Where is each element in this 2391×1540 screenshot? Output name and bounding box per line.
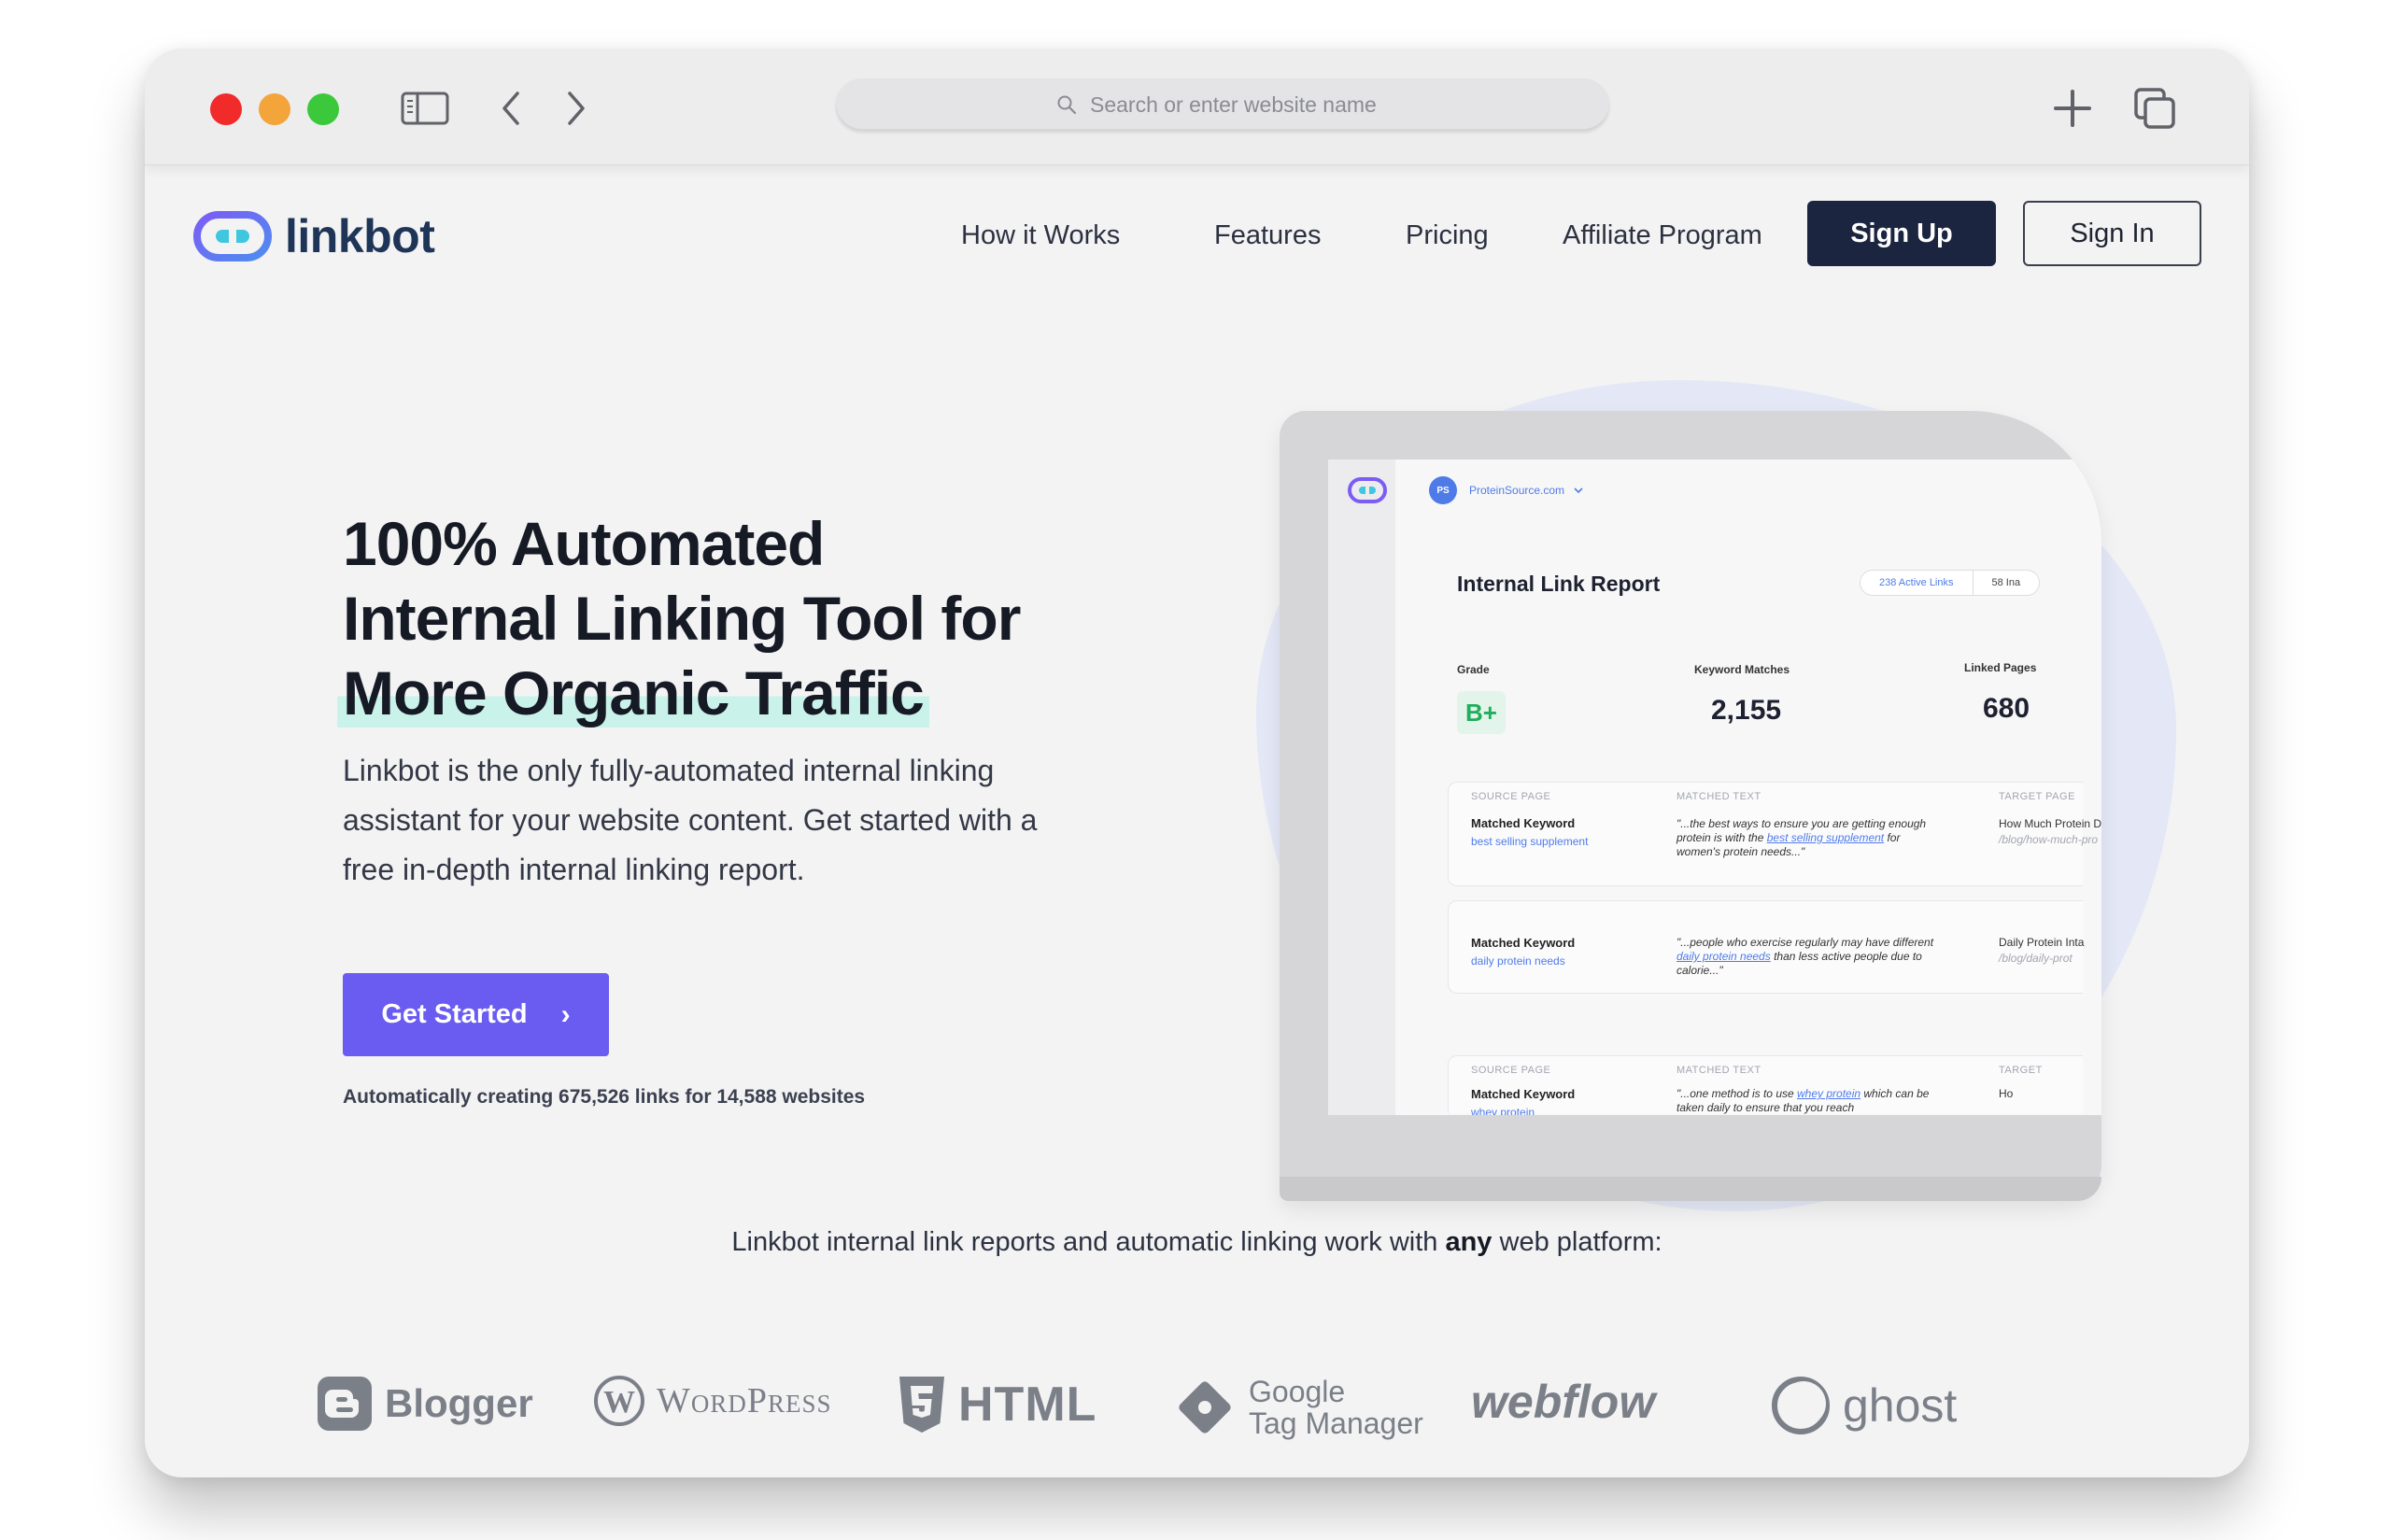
- sign-in-button[interactable]: Sign In: [2023, 201, 2201, 266]
- get-started-label: Get Started: [381, 999, 528, 1029]
- target-page-url: /blog/how-much-pro: [1999, 833, 2099, 846]
- col-target-page: TARGET: [1999, 1065, 2043, 1076]
- linked-pages-value: 680: [1983, 693, 2030, 724]
- html-wordmark: HTML: [958, 1378, 1097, 1432]
- col-matched-text: MATCHED TEXT: [1677, 1065, 1761, 1076]
- mockup-sidebar: [1328, 459, 1395, 1151]
- keyword-matches-label: Keyword Matches: [1694, 663, 1790, 676]
- tag-manager-diamond-icon: [1179, 1381, 1231, 1434]
- hero-title-line-1: 100% Automated: [343, 509, 825, 578]
- browser-window: linkbot How it Works Features Pricing Af…: [145, 49, 2249, 1477]
- target-page-title[interactable]: How Much Protein D: [1999, 817, 2101, 830]
- nav-affiliate-program[interactable]: Affiliate Program: [1563, 220, 1762, 251]
- matched-keyword-label: Matched Keyword: [1471, 936, 1576, 950]
- matched-keyword-link[interactable]: best selling supplement: [1471, 835, 1588, 848]
- ghost-wordmark: ghost: [1843, 1379, 1958, 1432]
- active-links-tab: 238 Active Links: [1860, 571, 1974, 595]
- hero-title-line-2: Internal Linking Tool for: [343, 584, 1021, 653]
- site-avatar: PS: [1429, 476, 1457, 504]
- matched-keyword-link[interactable]: daily protein needs: [1471, 954, 1565, 968]
- gtm-wordmark-tag-manager: Tag Manager: [1249, 1406, 1423, 1440]
- matched-keyword-label: Matched Keyword: [1471, 1087, 1576, 1101]
- blogger-logo: Blogger: [316, 1375, 533, 1433]
- site-name: ProteinSource.com: [1469, 484, 1565, 497]
- maximize-window-button[interactable]: [307, 93, 339, 125]
- col-source-page: SOURCE PAGE: [1471, 1065, 1551, 1076]
- matched-text-quote: "...people who exercise regularly may ha…: [1677, 936, 1934, 977]
- html-logo: HTML: [897, 1375, 1096, 1434]
- wordpress-wordmark: WordPress: [657, 1381, 832, 1420]
- chain-link-icon: [193, 211, 272, 261]
- browser-toolbar: [145, 49, 2249, 165]
- search-icon: [1057, 95, 1077, 115]
- links-filter-pill: 238 Active Links 58 Ina: [1860, 570, 2041, 596]
- hero-description: Linkbot is the only fully-automated inte…: [343, 754, 1038, 886]
- grade-label: Grade: [1457, 663, 1490, 676]
- webflow-logo: webflow: [1471, 1375, 1655, 1429]
- matched-text-quote: "...the best ways to ensure you are gett…: [1677, 817, 1927, 858]
- google-tag-manager-logo: Google Tag Manager: [1172, 1375, 1423, 1440]
- wordpress-logo: W WordPress: [593, 1375, 832, 1427]
- forward-arrow-icon[interactable]: [556, 84, 597, 133]
- ghost-ring-icon: [1772, 1377, 1830, 1434]
- stats-line: Automatically creating 675,526 links for…: [343, 1086, 866, 1108]
- target-page-url: /blog/daily-prot: [1999, 952, 2073, 965]
- grade-badge: B+: [1457, 691, 1506, 734]
- matched-keyword-link[interactable]: whey protein: [1471, 1106, 1535, 1115]
- tab-overview-icon[interactable]: [2129, 84, 2181, 133]
- new-tab-plus-icon[interactable]: [2048, 84, 2097, 133]
- col-matched-text: MATCHED TEXT: [1677, 791, 1761, 802]
- sidebar-toggle-icon[interactable]: [399, 84, 451, 133]
- chevron-right-icon: ›: [560, 998, 571, 1030]
- back-arrow-icon[interactable]: [490, 84, 531, 133]
- ghost-logo: ghost: [1770, 1375, 1957, 1436]
- matched-text-quote: "...one method is to use whey protein wh…: [1677, 1087, 1930, 1114]
- gtm-wordmark-google: Google: [1249, 1375, 1346, 1408]
- mockup-base: [1280, 1177, 2101, 1201]
- blogger-wordmark: Blogger: [385, 1381, 533, 1425]
- target-page-title[interactable]: Daily Protein Inta: [1999, 936, 2084, 949]
- get-started-button[interactable]: Get Started ›: [343, 973, 609, 1056]
- site-selector: ProteinSource.com: [1469, 484, 1584, 497]
- inactive-links-tab: 58 Ina: [1991, 577, 2021, 588]
- hero-title-line-3: More Organic Traffic: [337, 658, 929, 728]
- webflow-wordmark: webflow: [1471, 1376, 1656, 1428]
- sign-up-button[interactable]: Sign Up: [1807, 201, 1996, 266]
- blogger-icon: [318, 1377, 372, 1431]
- linked-pages-label: Linked Pages: [1964, 661, 2037, 674]
- minimize-window-button[interactable]: [259, 93, 290, 125]
- html5-shield-icon: [899, 1377, 944, 1433]
- linkbot-logo[interactable]: linkbot: [193, 209, 435, 263]
- hero-title: 100% Automated Internal Linking Tool for…: [337, 506, 1090, 730]
- nav-features[interactable]: Features: [1214, 220, 1321, 251]
- address-bar[interactable]: [836, 78, 1609, 131]
- platform-note: Linkbot internal link reports and automa…: [731, 1227, 1662, 1257]
- close-window-button[interactable]: [210, 93, 242, 125]
- target-page-title[interactable]: Ho: [1999, 1087, 2013, 1100]
- report-title: Internal Link Report: [1457, 572, 1661, 596]
- chevron-down-icon: [1574, 487, 1583, 494]
- wordpress-icon: W: [594, 1376, 644, 1426]
- svg-text:W: W: [603, 1385, 635, 1420]
- logo-text: linkbot: [285, 210, 435, 262]
- matched-keyword-label: Matched Keyword: [1471, 816, 1576, 830]
- address-input[interactable]: [1090, 92, 1389, 118]
- mockup-logo-icon: [1348, 477, 1387, 503]
- col-target-page: TARGET PAGE: [1999, 791, 2075, 802]
- col-source-page: SOURCE PAGE: [1471, 791, 1551, 802]
- nav-how-it-works[interactable]: How it Works: [961, 220, 1120, 251]
- nav-pricing[interactable]: Pricing: [1406, 220, 1489, 251]
- keyword-matches-value: 2,155: [1711, 695, 1782, 726]
